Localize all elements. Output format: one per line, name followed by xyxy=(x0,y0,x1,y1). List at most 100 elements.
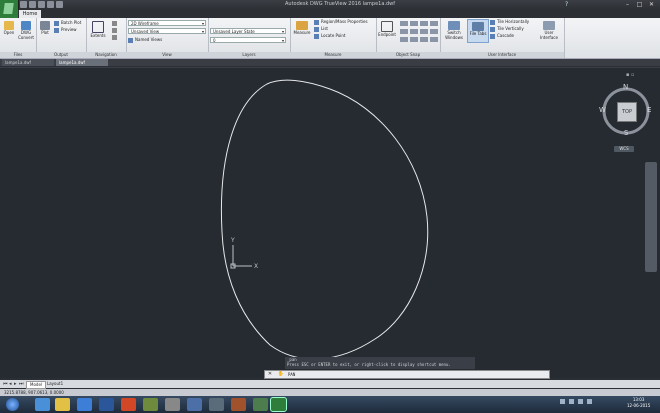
taskbar-app-tool-icon[interactable] xyxy=(187,398,202,411)
tray-network-icon[interactable] xyxy=(578,399,583,404)
switch-windows-label-2: Windows xyxy=(445,35,463,40)
perpendicular-icon[interactable] xyxy=(410,29,418,34)
tile-horizontally-button[interactable]: Tile Horizontally xyxy=(490,19,529,25)
taskbar-app-viewer-icon[interactable] xyxy=(253,398,268,411)
cascade-button[interactable]: Cascade xyxy=(490,33,514,39)
list-label: List xyxy=(321,26,328,31)
taskbar-app-explorer-icon[interactable] xyxy=(55,398,70,411)
locate-point-button[interactable]: Locate Point xyxy=(314,33,346,39)
chevron-down-icon: ▾ xyxy=(201,21,204,26)
taskbar-app-paint-icon[interactable] xyxy=(231,398,246,411)
next-layout-icon[interactable]: ▸ xyxy=(14,381,17,387)
measure-label: Measure xyxy=(293,30,311,35)
open-icon[interactable] xyxy=(20,1,27,8)
file-tab[interactable]: lampe1a.dwf xyxy=(2,59,54,66)
quadrant-icon[interactable] xyxy=(430,21,438,26)
taskbar-app-chrome-icon[interactable] xyxy=(35,398,50,411)
zoom-button[interactable] xyxy=(112,34,119,40)
parallel-icon[interactable] xyxy=(420,37,428,42)
region-icon xyxy=(314,19,319,25)
user-interface-button[interactable]: User Interface xyxy=(538,21,560,40)
hand-icon[interactable]: ✋ xyxy=(276,371,286,378)
visual-style-dropdown[interactable]: 2D Wireframe ▾ xyxy=(128,20,206,26)
help-icon[interactable]: ? xyxy=(565,1,573,8)
tab-home[interactable]: Home xyxy=(19,10,41,18)
insertion-icon[interactable] xyxy=(400,37,408,42)
layer-state-dropdown[interactable]: Unsaved Layer State ▾ xyxy=(210,28,286,34)
close-icon[interactable]: ✕ xyxy=(265,371,275,378)
view-cube-top[interactable]: TOP xyxy=(617,102,637,122)
command-input[interactable]: PAN xyxy=(288,371,538,378)
maximize-button[interactable]: □ xyxy=(635,1,644,8)
taskbar-app-media-icon[interactable] xyxy=(143,398,158,411)
extension-icon[interactable] xyxy=(410,37,418,42)
panel-layers-title: Layers xyxy=(208,52,290,58)
cascade-icon xyxy=(490,33,495,39)
taskbar-app-mail-icon[interactable] xyxy=(209,398,224,411)
printer-icon xyxy=(40,21,50,30)
compass-south[interactable]: S xyxy=(624,129,628,137)
taskbar-app-ie-icon[interactable] xyxy=(77,398,92,411)
navigation-bar[interactable] xyxy=(645,162,657,272)
switch-windows-button[interactable]: Switch Windows xyxy=(443,21,465,40)
endpoint-label: Endpoint xyxy=(378,32,396,37)
preview-button[interactable]: Preview xyxy=(54,27,77,33)
tray-arrow-icon[interactable] xyxy=(560,399,565,404)
undo-icon[interactable] xyxy=(47,1,54,8)
orbit-button[interactable] xyxy=(112,27,119,33)
save-icon[interactable] xyxy=(29,1,36,8)
region-mass-button[interactable]: Region/Mass Properties xyxy=(314,19,368,25)
first-layout-icon[interactable]: ⏮ xyxy=(3,381,8,387)
apparent-icon[interactable] xyxy=(430,37,438,42)
panel-layers: Unsaved Layer State ▾ 0 ▾ Layers xyxy=(208,18,291,58)
file-tabs-button[interactable]: File Tabs xyxy=(467,19,489,43)
tile-vertically-button[interactable]: Tile Vertically xyxy=(490,26,524,32)
saved-view-dropdown[interactable]: Unsaved View ▾ xyxy=(128,28,206,34)
list-icon xyxy=(314,26,319,32)
tab-model[interactable]: Model xyxy=(26,381,47,389)
tray-flag-icon[interactable] xyxy=(569,399,574,404)
compass-north[interactable]: N xyxy=(623,83,628,91)
nearest-icon[interactable] xyxy=(430,29,438,34)
file-tab-active[interactable]: lampe1a.dwf xyxy=(56,59,108,66)
dwg-convert-button[interactable]: DWG Convert xyxy=(17,21,35,40)
last-layout-icon[interactable]: ⏭ xyxy=(19,381,24,387)
measure-button[interactable]: Measure xyxy=(292,21,312,35)
extents-button[interactable]: Extents xyxy=(89,21,107,38)
midpoint-icon[interactable] xyxy=(400,21,408,26)
layer-dropdown[interactable]: 0 ▾ xyxy=(210,37,286,43)
app-logo-icon[interactable] xyxy=(0,0,19,20)
plot-button[interactable]: Plot xyxy=(38,21,52,35)
taskbar-app-powerpoint-icon[interactable] xyxy=(121,398,136,411)
compass-west[interactable]: W xyxy=(599,106,606,114)
node-icon[interactable] xyxy=(400,29,408,34)
view-cube[interactable]: TOP N S E W xyxy=(598,82,654,142)
named-views-button[interactable]: Named Views xyxy=(128,37,162,43)
intersection-icon[interactable] xyxy=(420,21,428,26)
taskbar-clock[interactable]: 13:03 12-06-2015 xyxy=(627,397,650,409)
ruler-icon xyxy=(296,21,308,30)
tray-volume-icon[interactable] xyxy=(587,399,592,404)
compass-east[interactable]: E xyxy=(647,106,651,114)
taskbar-app-word-icon[interactable] xyxy=(99,398,114,411)
print-icon[interactable] xyxy=(38,1,45,8)
zoom-extents-icon xyxy=(92,21,104,33)
tab-layout1[interactable]: Layout1 xyxy=(44,381,66,387)
tangent-icon[interactable] xyxy=(420,29,428,34)
batch-plot-button[interactable]: Batch Plot xyxy=(54,20,81,26)
open-button[interactable]: Open xyxy=(2,21,16,35)
pan-button[interactable] xyxy=(112,20,119,26)
redo-icon[interactable] xyxy=(56,1,63,8)
taskbar-app-dwg-trueview-icon[interactable] xyxy=(270,397,287,412)
taskbar-app-camera-icon[interactable] xyxy=(165,398,180,411)
close-button[interactable]: ✕ xyxy=(647,1,656,8)
list-button[interactable]: List xyxy=(314,26,328,32)
preview-icon xyxy=(54,27,59,33)
start-button[interactable] xyxy=(2,396,24,413)
minimize-button[interactable]: – xyxy=(623,1,632,8)
wcs-menu[interactable]: WCS xyxy=(614,146,634,152)
center-icon[interactable] xyxy=(410,21,418,26)
endpoint-button[interactable]: Endpoint xyxy=(377,21,397,37)
prev-layout-icon[interactable]: ◂ xyxy=(9,381,12,387)
system-tray xyxy=(560,399,592,404)
